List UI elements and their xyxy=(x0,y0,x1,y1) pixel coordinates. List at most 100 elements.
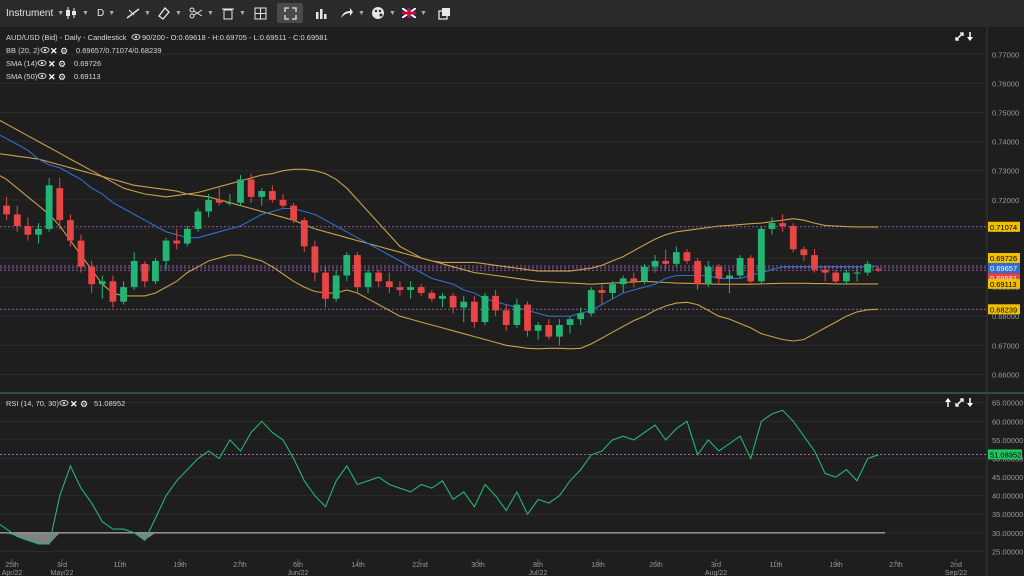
date-tick-label: 3rd xyxy=(711,562,721,569)
candle-body xyxy=(619,278,627,285)
candle-body xyxy=(651,260,659,267)
candle-body xyxy=(77,240,85,267)
candle-body xyxy=(789,226,797,250)
date-tick-label: 27th xyxy=(233,562,247,569)
candle-body xyxy=(322,272,329,299)
rsi-tick-label: 45.00000 xyxy=(992,473,1023,482)
eraser-icon xyxy=(158,7,170,20)
candle-body xyxy=(704,266,712,285)
date-tick-label: 30th xyxy=(471,562,485,569)
candle-body xyxy=(779,223,787,227)
rsi-badge-label: 51.08952 xyxy=(990,450,1021,459)
price-badge-label: 0.68239 xyxy=(990,305,1017,314)
candle-body xyxy=(683,252,691,261)
instrument-dropdown[interactable]: Instrument ▼ xyxy=(6,3,64,23)
date-tick-label: 19th xyxy=(173,562,187,569)
candle-body xyxy=(598,290,606,293)
candle-body xyxy=(35,228,42,235)
remove-x-icon[interactable]: ✕ xyxy=(48,59,56,69)
delete-dropdown[interactable]: ▼ xyxy=(221,3,246,23)
remove-x-icon[interactable]: ✕ xyxy=(50,46,58,56)
remove-x-icon[interactable]: ✕ xyxy=(70,399,78,409)
candle-body xyxy=(757,228,765,282)
candle-body xyxy=(247,179,255,197)
chevron-down-icon: ▼ xyxy=(420,9,427,17)
candle-body xyxy=(205,199,212,212)
candle-body xyxy=(343,255,351,276)
indicators-dropdown[interactable]: ▼ xyxy=(189,3,214,23)
price-tick-label: 0.67000 xyxy=(992,341,1019,350)
annotation-dropdown[interactable]: ▼ xyxy=(157,3,182,23)
theme-dropdown[interactable]: ▼ xyxy=(371,3,396,23)
candle-body xyxy=(332,275,340,299)
trash-icon xyxy=(222,8,234,20)
candle-body xyxy=(587,290,595,314)
candle-body xyxy=(3,205,11,215)
bar-chart-button[interactable] xyxy=(313,3,329,23)
range-label: 90/200 xyxy=(142,33,165,42)
drawing-tools-dropdown[interactable]: ▼ xyxy=(126,3,151,23)
trading-app: Instrument ▼ ▼ D ▼ ▼ ▼ ▼ ▼ ▼ ▼ ▼ 0.77000… xyxy=(0,0,1024,576)
candle-body xyxy=(715,266,723,279)
rsi-value: 51.08952 xyxy=(94,399,125,408)
date-tick-label: 11th xyxy=(769,562,782,569)
price-tick-label: 0.77000 xyxy=(992,50,1019,59)
candle-body xyxy=(449,295,457,308)
date-tick-label: 11th xyxy=(113,562,126,569)
candle-body xyxy=(577,313,585,320)
candle-body xyxy=(843,272,850,282)
sma14-label: SMA (14) xyxy=(6,59,38,68)
price-badge-label: 0.69657 xyxy=(990,264,1017,273)
candle-body xyxy=(141,263,149,282)
candle-body xyxy=(630,278,638,282)
date-tick-label: 6th xyxy=(293,562,303,569)
date-tick-label: 14th xyxy=(351,562,365,569)
chart-area[interactable]: 0.77000 0.76000 0.75000 0.74000 0.73000 0.720… xyxy=(0,27,1024,576)
timeframe-label: D xyxy=(97,7,105,19)
candle-body xyxy=(524,304,531,331)
chart-type-dropdown[interactable]: ▼ xyxy=(64,3,89,23)
candle-body xyxy=(641,266,648,282)
candle-body xyxy=(56,188,64,221)
popout-icon xyxy=(437,7,450,20)
candle-body xyxy=(832,272,840,282)
candle-body xyxy=(662,260,670,264)
date-tick-label: 27th xyxy=(889,562,903,569)
scissors-icon xyxy=(189,7,203,19)
rsi-tick-label: 30.00000 xyxy=(992,529,1023,538)
date-tick-label: 22nd xyxy=(412,562,428,569)
crosshair-button[interactable] xyxy=(277,3,303,23)
flag-cross xyxy=(402,11,416,15)
candle-body xyxy=(152,260,159,282)
candlestick-icon xyxy=(66,7,76,19)
chevron-down-icon: ▼ xyxy=(82,9,89,17)
gear-icon[interactable]: ⚙ xyxy=(60,46,68,56)
remove-x-icon[interactable]: ✕ xyxy=(48,72,56,82)
candle-body xyxy=(290,205,298,221)
sma50-value: 0.69113 xyxy=(74,72,101,81)
language-dropdown[interactable]: ▼ xyxy=(402,3,427,23)
layout-button[interactable] xyxy=(252,3,268,23)
popout-button[interactable] xyxy=(436,3,452,23)
date-tick-label: 8th xyxy=(533,562,543,569)
candle-body xyxy=(183,228,191,244)
candle-body xyxy=(407,287,414,291)
candle-body xyxy=(13,214,21,227)
candle-body xyxy=(109,281,117,302)
rsi-axis: 65.0000060.0000055.0000050.0000045.00000… xyxy=(988,399,1023,556)
share-arrow-icon xyxy=(341,8,353,18)
bar-chart-icon xyxy=(315,8,326,19)
rsi-tick-label: 65.00000 xyxy=(992,399,1023,408)
date-tick-label: 3rd xyxy=(57,562,67,569)
gear-icon[interactable]: ⚙ xyxy=(58,72,66,82)
candle-body xyxy=(768,223,776,229)
share-dropdown[interactable]: ▼ xyxy=(340,3,365,23)
date-tick-label: 19th xyxy=(829,562,843,569)
gear-icon[interactable]: ⚙ xyxy=(80,399,88,409)
gear-icon[interactable]: ⚙ xyxy=(58,59,66,69)
timeframe-dropdown[interactable]: D ▼ xyxy=(97,3,115,23)
symbol-label: AUD/USD (Bid) - Daily - Candlestick xyxy=(6,33,127,42)
candle-body xyxy=(258,191,266,197)
candle-body xyxy=(98,281,106,285)
candle-body xyxy=(513,304,521,325)
